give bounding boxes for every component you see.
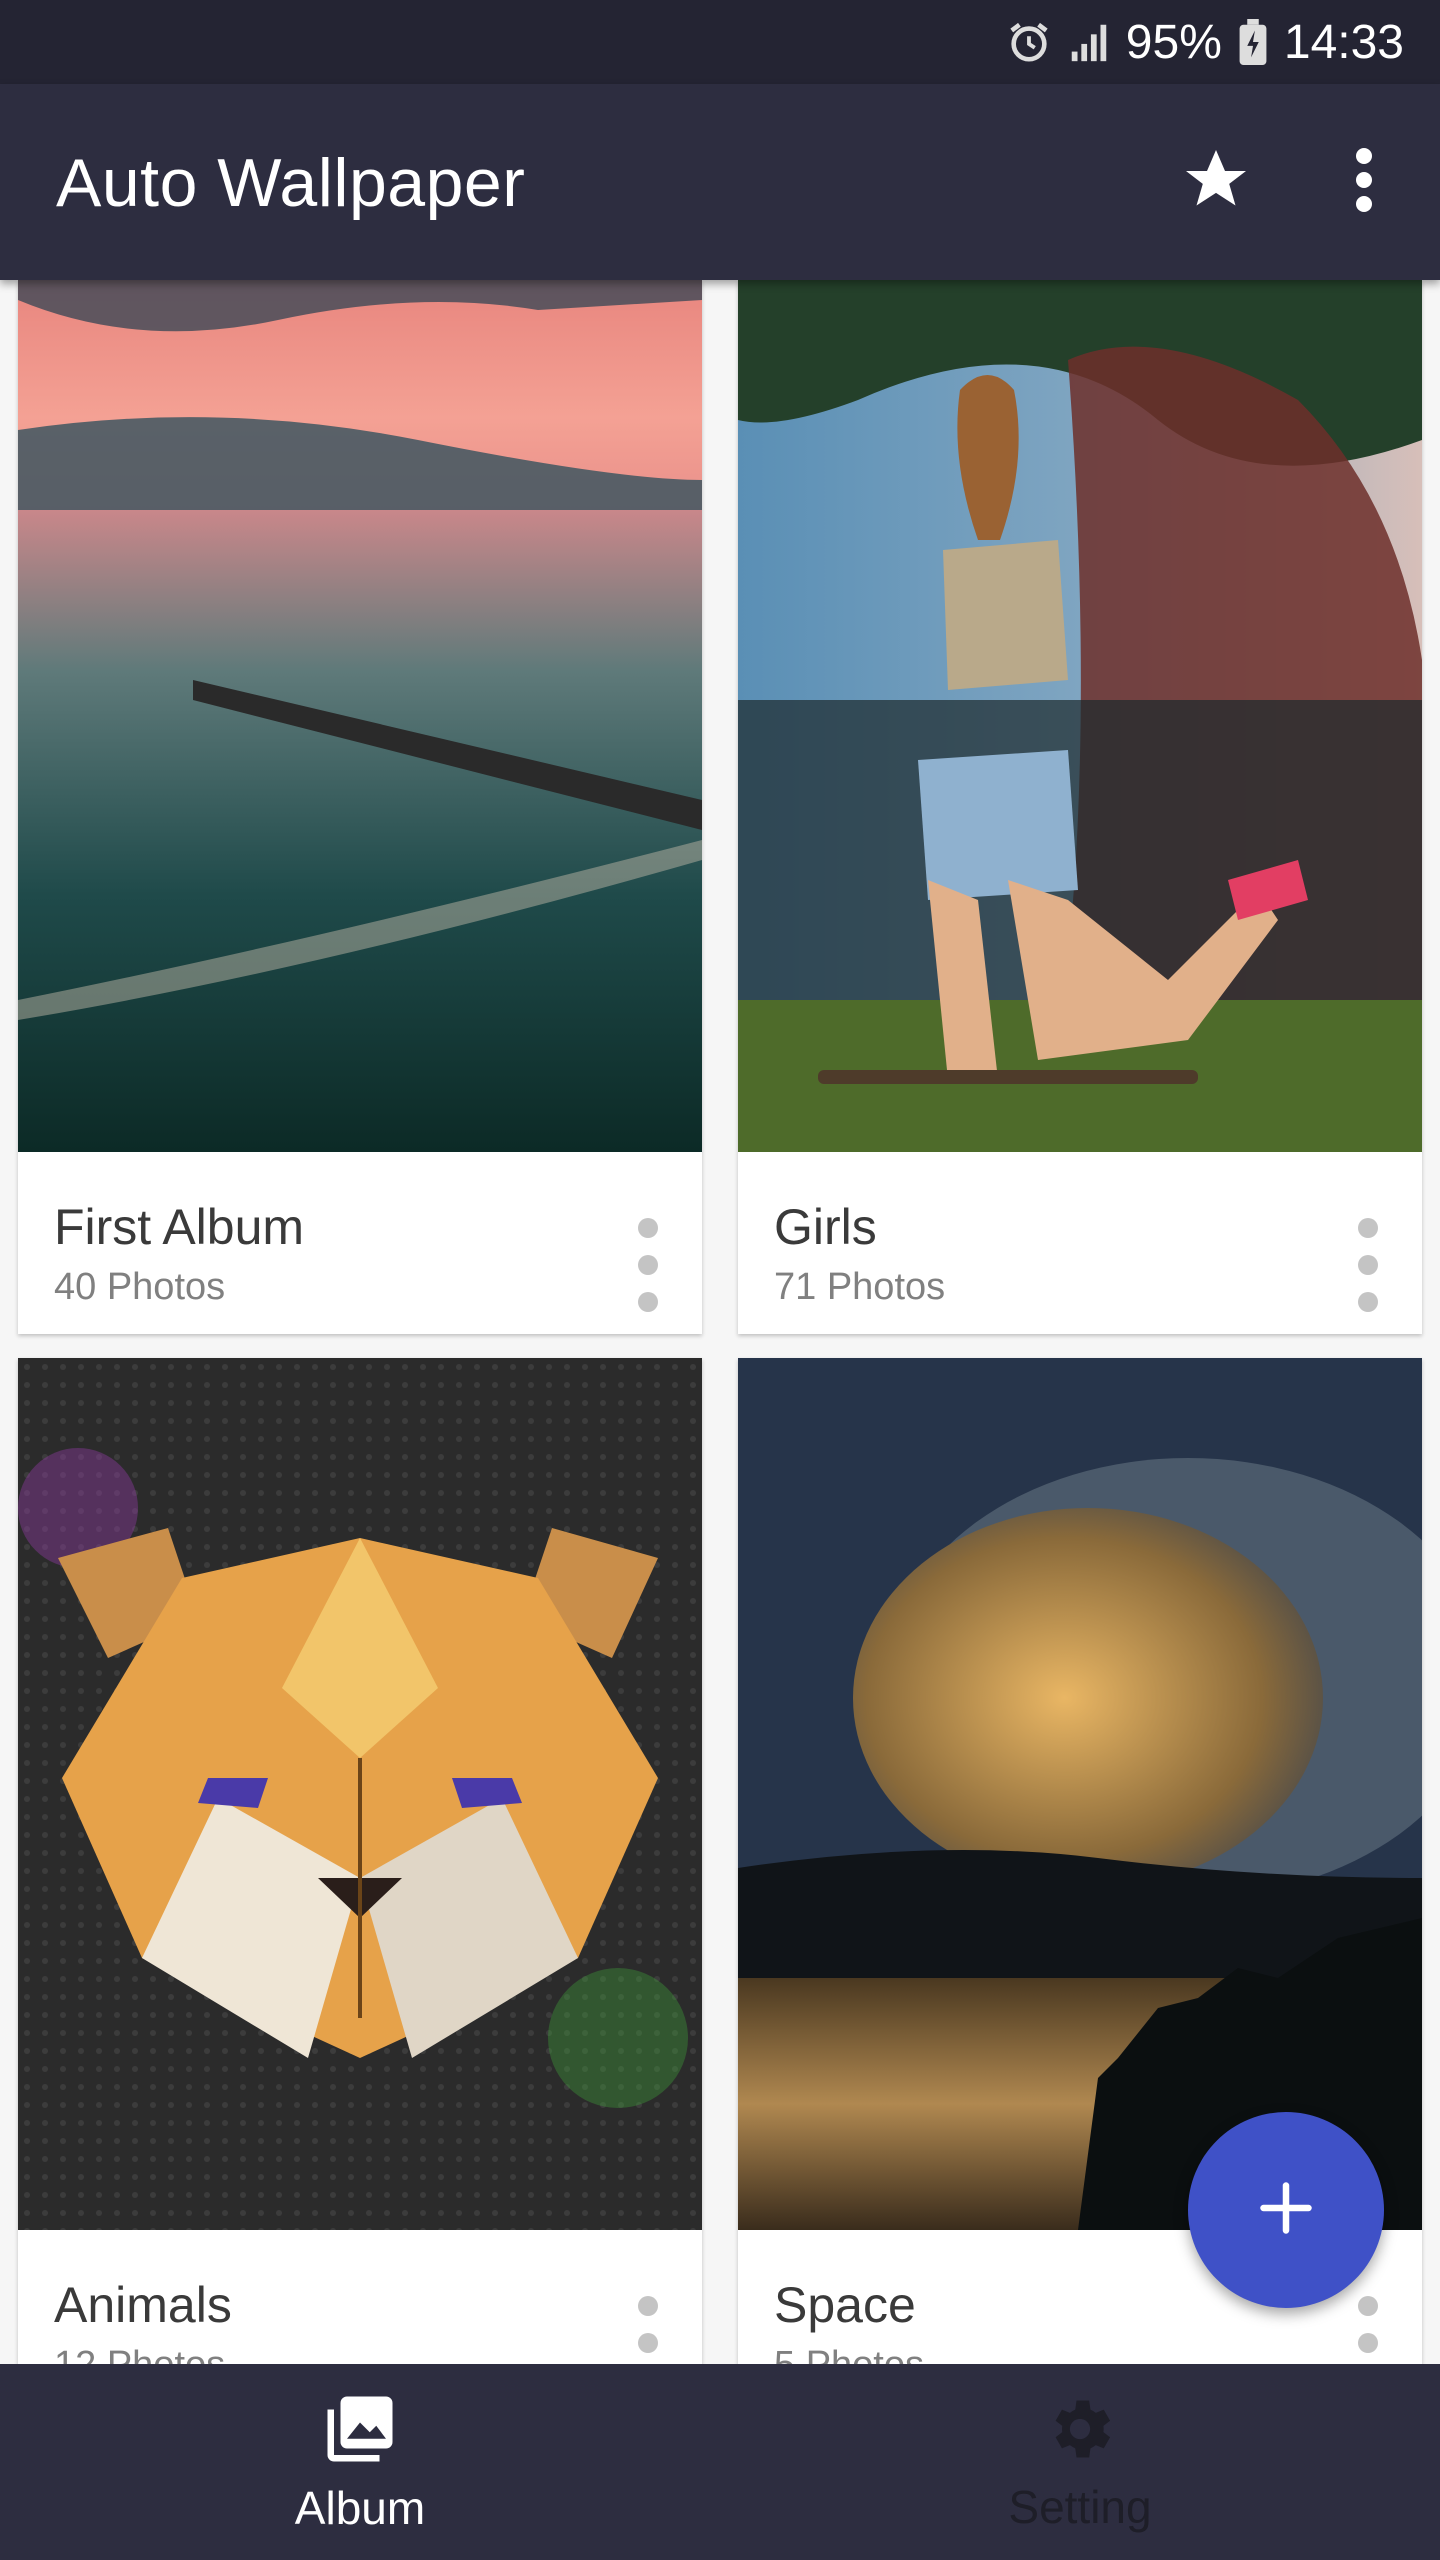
app-bar: Auto Wallpaper bbox=[0, 84, 1440, 280]
album-menu-button[interactable] bbox=[618, 2288, 678, 2364]
album-title: Animals bbox=[54, 2277, 232, 2333]
add-album-button[interactable] bbox=[1188, 2112, 1384, 2308]
album-photo-count: 71 Photos bbox=[774, 1266, 946, 1308]
favorites-button[interactable] bbox=[1164, 130, 1268, 234]
album-title: Girls bbox=[774, 1199, 877, 1255]
overflow-menu-button[interactable] bbox=[1312, 130, 1416, 234]
alarm-icon bbox=[1006, 19, 1052, 65]
album-photo-count: 40 Photos bbox=[54, 1266, 226, 1308]
album-thumbnail[interactable] bbox=[18, 1358, 702, 2230]
album-thumbnail[interactable] bbox=[738, 1358, 1422, 2230]
status-bar: 95% 14:33 bbox=[0, 0, 1440, 84]
album-menu-button[interactable] bbox=[618, 1210, 678, 1320]
battery-percent: 95% bbox=[1125, 15, 1222, 69]
album-card[interactable]: Animals 12 Photos bbox=[18, 1358, 702, 2364]
bottom-navigation: Album Setting bbox=[0, 2364, 1440, 2560]
nav-label-album: Album bbox=[294, 2481, 426, 2534]
nav-item-setting[interactable]: Setting bbox=[720, 2364, 1440, 2560]
album-photo-count: 12 Photos bbox=[54, 2344, 225, 2364]
app-title: Auto Wallpaper bbox=[56, 145, 526, 221]
album-card[interactable]: Girls 71 Photos bbox=[738, 280, 1422, 1334]
photo-library-icon bbox=[321, 2390, 399, 2473]
nav-item-album[interactable]: Album bbox=[0, 2364, 720, 2560]
signal-icon bbox=[1066, 19, 1112, 65]
album-menu-button[interactable] bbox=[1338, 1210, 1398, 1320]
plus-icon bbox=[1256, 2178, 1316, 2243]
album-title: First Album bbox=[54, 1199, 305, 1255]
gear-icon bbox=[1042, 2391, 1118, 2472]
album-grid: First Album 40 Photos Girls 71 Photos An… bbox=[0, 280, 1440, 2364]
album-photo-count: 5 Photos bbox=[774, 2344, 924, 2364]
clock: 14:33 bbox=[1283, 15, 1404, 69]
more-vert-icon bbox=[1352, 147, 1376, 217]
album-card[interactable]: First Album 40 Photos bbox=[18, 280, 702, 1334]
album-thumbnail[interactable] bbox=[738, 280, 1422, 1152]
battery-charging-icon bbox=[1236, 19, 1270, 65]
album-title: Space bbox=[774, 2277, 916, 2333]
album-menu-button[interactable] bbox=[1338, 2288, 1398, 2364]
star-icon bbox=[1180, 144, 1252, 221]
album-thumbnail[interactable] bbox=[18, 280, 702, 1152]
nav-label-setting: Setting bbox=[1008, 2480, 1152, 2533]
